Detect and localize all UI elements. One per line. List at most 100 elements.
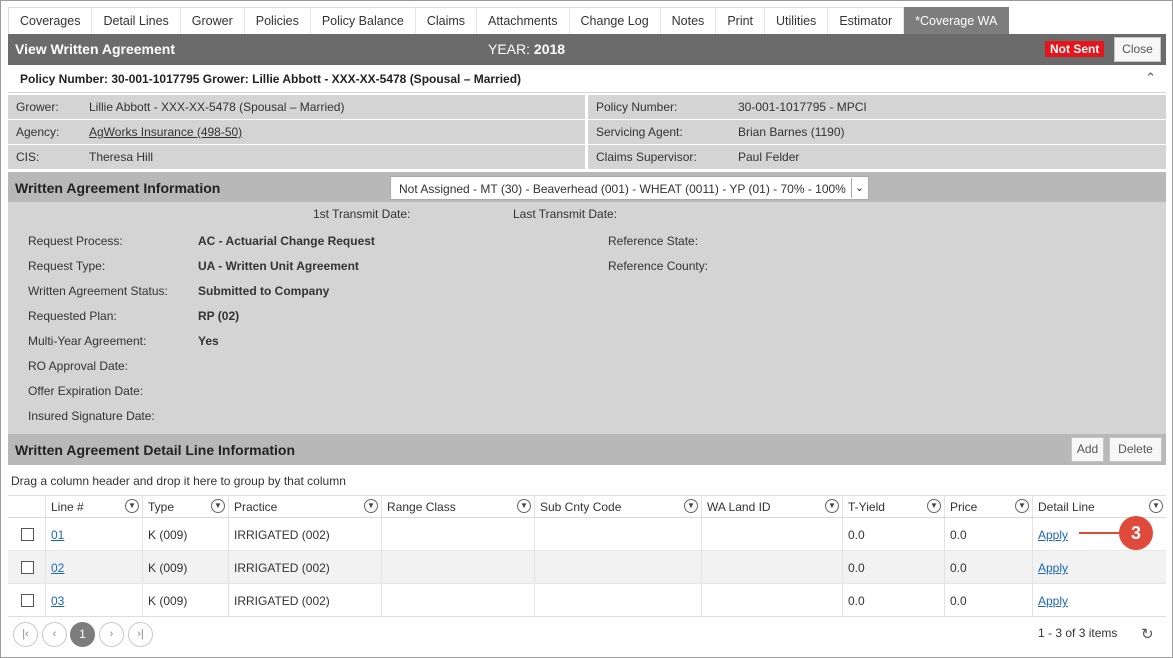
next-page-icon[interactable]: › [99, 622, 124, 647]
column-header-sub-cnty-code[interactable]: Sub Cnty Code ▼ [534, 496, 701, 517]
detail-line-heading: Written Agreement Detail Line Informatio… [15, 442, 296, 458]
current-page-button[interactable]: 1 [70, 622, 95, 647]
filter-icon[interactable]: ▼ [927, 499, 941, 513]
filter-icon[interactable]: ▼ [211, 499, 225, 513]
delete-button[interactable]: Delete [1109, 437, 1162, 462]
tab-print[interactable]: Print [716, 7, 766, 34]
t-yield-value: 0.0 [848, 528, 865, 542]
apply-link[interactable]: Apply [1038, 594, 1068, 608]
previous-page-icon[interactable]: ‹ [42, 622, 67, 647]
line-link[interactable]: 02 [51, 561, 64, 575]
policy-summary-bar[interactable]: Policy Number: 30-001-1017795 Grower: Li… [8, 65, 1166, 93]
tab-notes[interactable]: Notes [660, 7, 717, 34]
type-cell: K (009) [142, 518, 228, 550]
first-page-icon[interactable]: |‹ [13, 622, 38, 647]
column-header-wa-land-id[interactable]: WA Land ID ▼ [701, 496, 842, 517]
ro-approval-date-label: RO Approval Date: [28, 359, 129, 373]
tab-detail-lines[interactable]: Detail Lines [92, 7, 181, 34]
policy-summary-text: Policy Number: 30-001-1017795 Grower: Li… [20, 72, 522, 86]
first-transmit-label: 1st Transmit Date: [313, 207, 411, 221]
tab-change-log[interactable]: Change Log [569, 7, 661, 34]
column-header-label: Type [148, 500, 175, 514]
t-yield-cell: 0.0 [842, 518, 944, 550]
row-checkbox[interactable] [21, 561, 34, 574]
tab-estimator[interactable]: Estimator [828, 7, 905, 34]
filter-icon[interactable]: ▼ [125, 499, 139, 513]
tab-coverage-wa[interactable]: *Coverage WA [904, 7, 1010, 34]
column-header-range-class[interactable]: Range Class ▼ [381, 496, 534, 517]
column-header-line[interactable]: Line # ▼ [45, 496, 142, 517]
practice-cell: IRRIGATED (002) [228, 584, 381, 616]
multi-year-value: Yes [198, 334, 219, 348]
tab-grower[interactable]: Grower [180, 7, 245, 34]
practice-value: IRRIGATED (002) [234, 561, 330, 575]
tab-coverages[interactable]: Coverages [8, 7, 93, 34]
table-row: 02 K (009) IRRIGATED (002) 0.0 0.0 Apply [8, 551, 1166, 584]
filter-icon[interactable]: ▼ [1149, 499, 1163, 513]
offer-expiration-date-label: Offer Expiration Date: [28, 384, 144, 398]
column-header-label: Line # [51, 500, 84, 514]
line-cell: 02 [45, 551, 142, 583]
close-button[interactable]: Close [1114, 37, 1161, 62]
tab-bar: Coverages Detail Lines Grower Policies P… [8, 7, 1168, 34]
range-class-cell [381, 518, 534, 550]
chevron-down-icon[interactable]: ⌄ [851, 178, 867, 198]
price-value: 0.0 [950, 561, 967, 575]
column-header-t-yield[interactable]: T-Yield ▼ [842, 496, 944, 517]
row-checkbox[interactable] [21, 528, 34, 541]
claims-supervisor-value: Paul Felder [738, 150, 800, 164]
filter-icon[interactable]: ▼ [825, 499, 839, 513]
add-button[interactable]: Add [1071, 437, 1104, 462]
filter-icon[interactable]: ▼ [364, 499, 378, 513]
group-drop-zone[interactable]: Drag a column header and drop it here to… [8, 465, 1166, 496]
tab-attachments[interactable]: Attachments [477, 7, 570, 34]
tab-policies[interactable]: Policies [244, 7, 311, 34]
tab-utilities[interactable]: Utilities [765, 7, 829, 34]
line-link[interactable]: 03 [51, 594, 64, 608]
wa-status-value: Submitted to Company [198, 284, 330, 298]
grower-value: Lillie Abbott - XXX-XX-5478 (Spousal – M… [89, 100, 345, 114]
policy-number-label: Policy Number: [596, 100, 678, 114]
practice-cell: IRRIGATED (002) [228, 518, 381, 550]
range-class-cell [381, 584, 534, 616]
apply-link[interactable]: Apply [1038, 528, 1068, 542]
column-header-detail-line[interactable]: Detail Line ▼ [1032, 496, 1166, 517]
land-id-cell [701, 551, 842, 583]
tab-claims[interactable]: Claims [415, 7, 478, 34]
select-column-header [8, 496, 45, 517]
agency-label: Agency: [16, 125, 60, 139]
servicing-agent-label: Servicing Agent: [596, 125, 683, 139]
servicing-agent-value: Brian Barnes (1190) [738, 125, 845, 139]
apply-link[interactable]: Apply [1038, 561, 1068, 575]
tab-policy-balance[interactable]: Policy Balance [310, 7, 416, 34]
page-title: View Written Agreement [15, 41, 176, 57]
column-header-type[interactable]: Type ▼ [142, 496, 228, 517]
coverage-select[interactable]: Not Assigned - MT (30) - Beaverhead (001… [390, 176, 869, 200]
chevron-up-icon[interactable]: ⌃ [1145, 70, 1156, 86]
last-page-icon[interactable]: ›| [128, 622, 153, 647]
filter-icon[interactable]: ▼ [517, 499, 531, 513]
detail-line-cell: Apply [1032, 584, 1166, 616]
request-type-label: Request Type: [28, 259, 106, 273]
column-header-price[interactable]: Price ▼ [944, 496, 1032, 517]
column-header-practice[interactable]: Practice ▼ [228, 496, 381, 517]
line-link[interactable]: 01 [51, 528, 64, 542]
callout-number-badge: 3 [1119, 516, 1153, 550]
requested-plan-value: RP (02) [198, 309, 240, 323]
table-row: 01 K (009) IRRIGATED (002) 0.0 0.0 Apply [8, 518, 1166, 551]
practice-cell: IRRIGATED (002) [228, 551, 381, 583]
price-cell: 0.0 [944, 551, 1032, 583]
filter-icon[interactable]: ▼ [1015, 499, 1029, 513]
range-class-cell [381, 551, 534, 583]
row-checkbox[interactable] [21, 594, 34, 607]
column-header-label: Range Class [387, 500, 456, 514]
last-transmit-label: Last Transmit Date: [513, 207, 618, 221]
filter-icon[interactable]: ▼ [684, 499, 698, 513]
column-header-label: Practice [234, 500, 278, 514]
type-cell: K (009) [142, 584, 228, 616]
agency-link[interactable]: AgWorks Insurance (498-50) [89, 125, 242, 139]
coverage-select-value: Not Assigned - MT (30) - Beaverhead (001… [399, 182, 846, 196]
refresh-icon[interactable]: ↻ [1141, 625, 1154, 643]
grower-row: Grower: Lillie Abbott - XXX-XX-5478 (Spo… [8, 95, 585, 119]
cis-label: CIS: [16, 150, 40, 164]
